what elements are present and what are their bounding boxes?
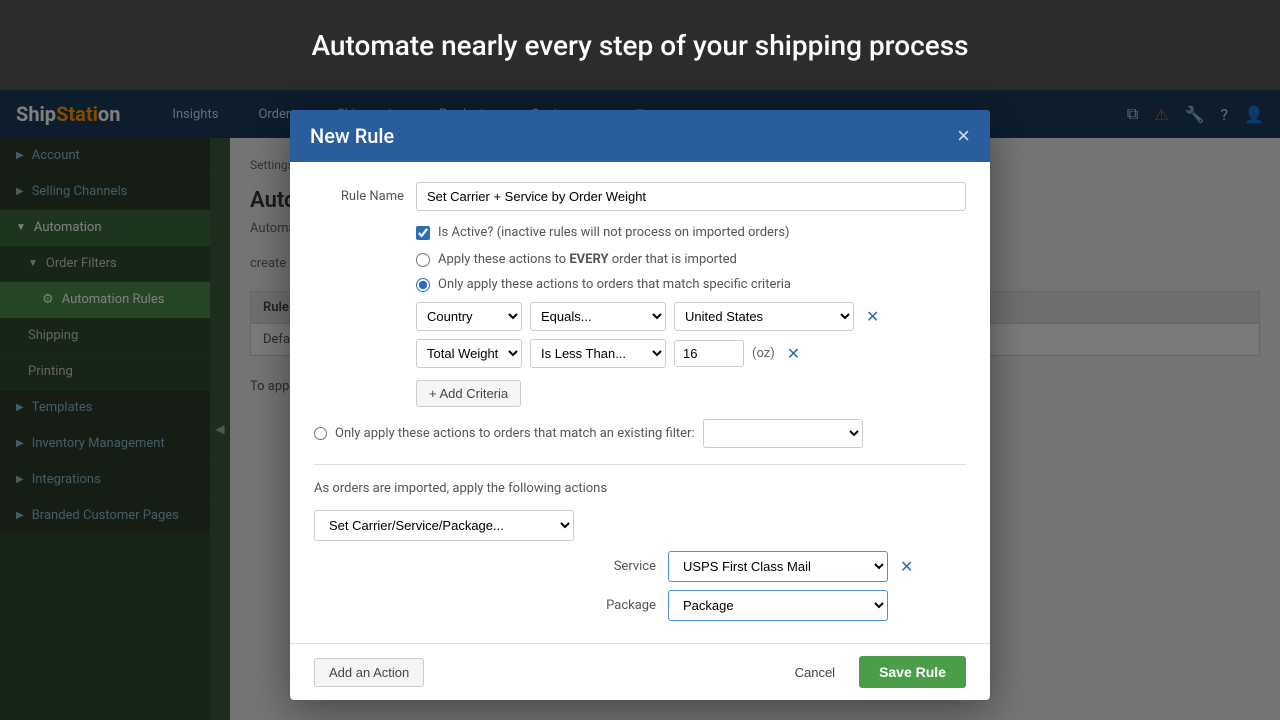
filter-select[interactable] [703, 419, 863, 448]
criteria-field-0[interactable]: Country Total Weight Order Total [416, 302, 522, 331]
action-row: Set Carrier/Service/Package... Assign Ta… [314, 510, 966, 541]
top-banner: Automate nearly every step of your shipp… [0, 0, 1280, 90]
criteria-value-0[interactable]: United States Canada United Kingdom [674, 302, 854, 331]
banner-text: Automate nearly every step of your shipp… [311, 29, 968, 62]
modal-header: New Rule × [290, 110, 990, 162]
radio-filter-row: Only apply these actions to orders that … [314, 419, 966, 448]
footer-right: Cancel Save Rule [783, 656, 966, 688]
actions-label: As orders are imported, apply the follow… [314, 481, 966, 496]
radio-specific[interactable] [416, 278, 430, 292]
modal-footer: Add an Action Cancel Save Rule [290, 643, 990, 700]
criteria-operator-1[interactable]: Is Less Than... Is Greater Than... Equal… [530, 339, 666, 368]
radio-specific-row: Only apply these actions to orders that … [314, 277, 966, 292]
active-checkbox[interactable] [416, 226, 430, 240]
rule-name-row: Rule Name [314, 182, 966, 211]
criteria-value-input-1[interactable] [674, 340, 744, 367]
criteria-section: Country Total Weight Order Total Equals.… [314, 302, 966, 407]
radio-every[interactable] [416, 253, 430, 267]
add-action-button[interactable]: Add an Action [314, 658, 424, 687]
active-checkbox-row: Is Active? (inactive rules will not proc… [314, 225, 966, 240]
add-criteria-button[interactable]: + Add Criteria [416, 380, 521, 407]
cancel-button[interactable]: Cancel [783, 659, 847, 686]
package-label: Package [596, 598, 656, 613]
criteria-unit-1: (oz) [752, 346, 775, 361]
action-type-select[interactable]: Set Carrier/Service/Package... Assign Ta… [314, 510, 574, 541]
modal: New Rule × Rule Name Is Active? (inactiv… [290, 110, 990, 700]
criteria-delete-0[interactable]: ✕ [866, 307, 879, 326]
divider [314, 464, 966, 465]
modal-overlay: New Rule × Rule Name Is Active? (inactiv… [0, 90, 1280, 720]
modal-body: Rule Name Is Active? (inactive rules wil… [290, 162, 990, 643]
radio-every-row: Apply these actions to EVERY order that … [314, 252, 966, 267]
criteria-operator-0[interactable]: Equals... Does Not Equal... [530, 302, 666, 331]
criteria-field-1[interactable]: Total Weight Country Order Total [416, 339, 522, 368]
save-rule-button[interactable]: Save Rule [859, 656, 966, 688]
radio-every-label: Apply these actions to EVERY order that … [438, 252, 737, 267]
rule-name-label: Rule Name [314, 189, 404, 204]
radio-filter-label: Only apply these actions to orders that … [335, 426, 695, 441]
service-select[interactable]: USPS First Class Mail USPS Priority Mail… [668, 551, 888, 582]
modal-title: New Rule [310, 124, 394, 148]
package-select[interactable]: Package Large Flat Rate Box Medium Flat … [668, 590, 888, 621]
radio-filter[interactable] [314, 427, 327, 440]
package-row: Package Package Large Flat Rate Box Medi… [314, 590, 966, 621]
radio-specific-label: Only apply these actions to orders that … [438, 277, 791, 292]
service-label: Service [596, 559, 656, 574]
active-checkbox-label: Is Active? (inactive rules will not proc… [438, 225, 790, 240]
rule-name-input[interactable] [416, 182, 966, 211]
criteria-delete-1[interactable]: ✕ [787, 344, 800, 363]
criteria-row-0: Country Total Weight Order Total Equals.… [416, 302, 966, 331]
criteria-row-1: Total Weight Country Order Total Is Less… [416, 339, 966, 368]
modal-close-button[interactable]: × [957, 125, 970, 147]
action-delete[interactable]: ✕ [900, 557, 913, 576]
service-row: Service USPS First Class Mail USPS Prior… [314, 551, 966, 582]
